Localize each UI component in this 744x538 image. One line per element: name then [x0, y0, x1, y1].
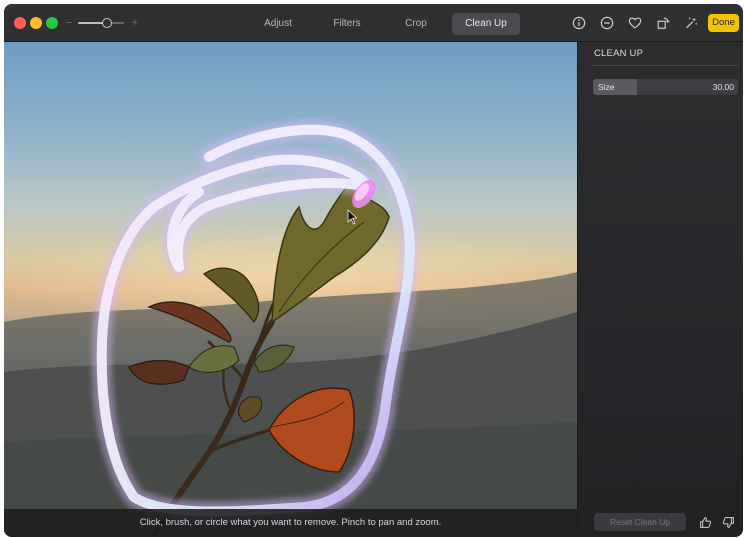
- heart-icon[interactable]: [621, 13, 649, 33]
- zoom-window-button[interactable]: [46, 17, 58, 29]
- tab-filters[interactable]: Filters: [314, 13, 380, 35]
- tab-clean-up[interactable]: Clean Up: [452, 13, 520, 35]
- thumbs-down-icon[interactable]: [718, 513, 738, 531]
- reset-clean-up-button[interactable]: Reset Clean Up: [594, 513, 686, 531]
- zoom-out-icon: −: [66, 17, 73, 29]
- rotate-icon[interactable]: [649, 13, 677, 33]
- toolbar-icon-group: [565, 13, 705, 33]
- edit-mode-tabs: Adjust Filters Crop Clean Up: [242, 13, 520, 35]
- clean-up-sidebar: CLEAN UP Size 30.00 Reset Clean Up: [577, 42, 743, 537]
- brush-size-label: Size: [598, 82, 615, 92]
- zoom-in-icon: +: [131, 17, 138, 29]
- close-window-button[interactable]: [14, 17, 26, 29]
- info-icon[interactable]: [565, 13, 593, 33]
- photos-editor-window: − + Adjust Filters Crop Clean Up Done Cl…: [4, 4, 743, 537]
- editor-toolbar: − + Adjust Filters Crop Clean Up Done: [4, 4, 743, 42]
- photo-image: [4, 119, 577, 537]
- minus-circle-icon[interactable]: [593, 13, 621, 33]
- minimize-window-button[interactable]: [30, 17, 42, 29]
- brush-size-slider[interactable]: Size 30.00: [593, 79, 738, 95]
- zoom-slider-thumb[interactable]: [101, 18, 112, 28]
- sidebar-title: CLEAN UP: [594, 48, 644, 59]
- photo-canvas[interactable]: Click, brush, or circle what you want to…: [4, 42, 577, 537]
- done-button[interactable]: Done: [708, 14, 739, 32]
- brush-size-value: 30.00: [712, 82, 734, 92]
- zoom-slider-track[interactable]: [78, 18, 124, 28]
- thumbs-up-icon[interactable]: [695, 513, 715, 531]
- tab-adjust[interactable]: Adjust: [242, 13, 314, 35]
- magic-wand-icon[interactable]: [677, 13, 705, 33]
- sidebar-divider: [592, 65, 738, 66]
- tab-crop[interactable]: Crop: [380, 13, 452, 35]
- zoom-slider[interactable]: − +: [66, 15, 142, 31]
- clean-up-hint: Click, brush, or circle what you want to…: [4, 509, 577, 537]
